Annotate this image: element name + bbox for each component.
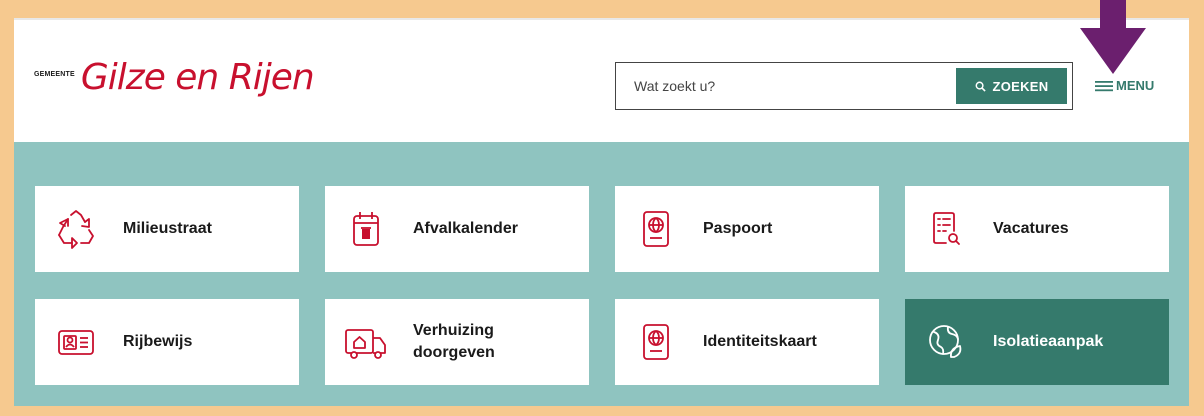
search-button[interactable]: ZOEKEN xyxy=(956,68,1067,104)
page-frame: GEMEENTE Gilze en Rijen ZOEKEN MENU xyxy=(14,18,1189,406)
site-header: GEMEENTE Gilze en Rijen ZOEKEN MENU xyxy=(14,18,1189,142)
tile-paspoort[interactable]: Paspoort xyxy=(615,186,879,272)
recycle-icon xyxy=(53,206,99,252)
tile-label: Paspoort xyxy=(703,220,773,237)
tile-rijbewijs[interactable]: Rijbewijs xyxy=(35,299,299,385)
tile-isolatieaanpak[interactable]: Isolatieaanpak xyxy=(905,299,1169,385)
logo-prefix: GEMEENTE xyxy=(34,71,75,78)
moving-truck-icon xyxy=(343,319,389,365)
tile-label: Rijbewijs xyxy=(123,333,193,350)
tile-label: Afvalkalender xyxy=(413,220,518,237)
tile-label: Verhuizing doorgeven xyxy=(413,322,495,361)
tile-label: Milieustraat xyxy=(123,220,212,237)
tile-label: Isolatieaanpak xyxy=(993,333,1104,350)
tile-verhuizing[interactable]: Verhuizing doorgeven xyxy=(325,299,589,385)
menu-label: MENU xyxy=(1116,78,1155,93)
search-bar: ZOEKEN xyxy=(615,62,1073,110)
passport-icon xyxy=(633,319,679,365)
search-button-label: ZOEKEN xyxy=(992,78,1049,94)
tile-label: Vacatures xyxy=(993,220,1069,237)
tile-milieustraat[interactable]: Milieustraat xyxy=(35,186,299,272)
site-logo[interactable]: GEMEENTE Gilze en Rijen xyxy=(34,56,315,100)
logo-name: Gilze en Rijen xyxy=(80,57,315,98)
search-input[interactable] xyxy=(616,63,936,109)
search-icon xyxy=(975,81,986,92)
id-card-icon xyxy=(53,319,99,365)
hamburger-icon xyxy=(1095,80,1113,91)
calendar-bin-icon xyxy=(343,206,389,252)
document-search-icon xyxy=(923,206,969,252)
tile-label: Identiteitskaart xyxy=(703,333,817,350)
tile-vacatures[interactable]: Vacatures xyxy=(905,186,1169,272)
annotation-arrow-icon xyxy=(1080,0,1146,74)
tile-afvalkalender[interactable]: Afvalkalender xyxy=(325,186,589,272)
globe-leaf-icon xyxy=(923,319,969,365)
tile-identiteitskaart[interactable]: Identiteitskaart xyxy=(615,299,879,385)
passport-icon xyxy=(633,206,679,252)
menu-button[interactable]: MENU xyxy=(1095,78,1154,93)
